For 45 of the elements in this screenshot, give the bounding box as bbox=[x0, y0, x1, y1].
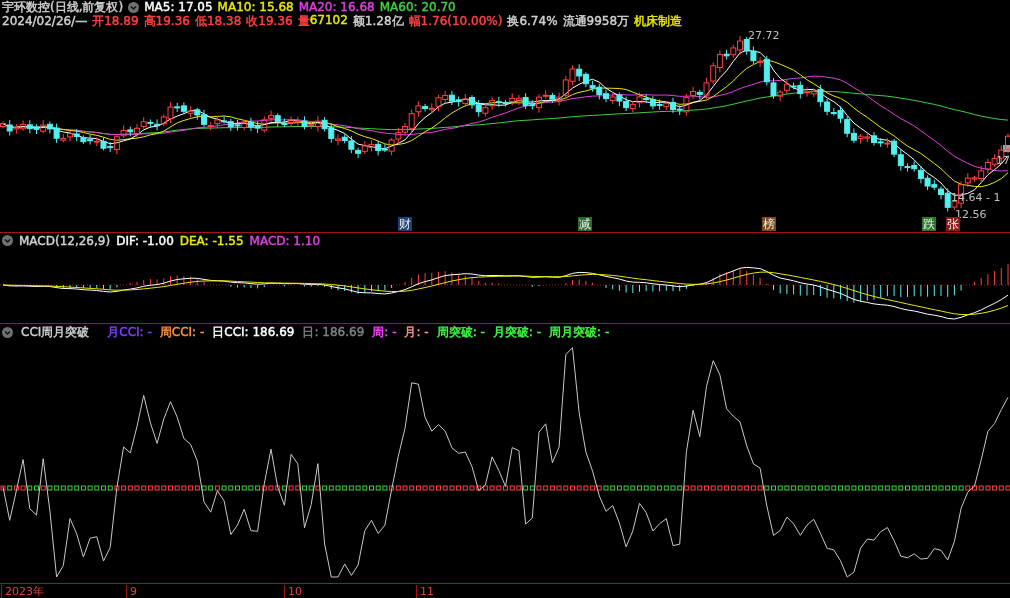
indicator-title: MACD(12,26,9) bbox=[19, 233, 111, 248]
quote-item: 量 bbox=[297, 12, 310, 30]
price-label: 27.72 bbox=[748, 30, 780, 42]
quote-item: 流通9958万 bbox=[562, 12, 630, 30]
indicator-value: 周: - bbox=[372, 323, 397, 341]
dropdown-icon[interactable] bbox=[128, 1, 140, 13]
axis-label: 11 bbox=[416, 584, 434, 598]
quote-item: 低18.38 bbox=[194, 12, 242, 30]
dropdown-icon[interactable] bbox=[2, 326, 13, 338]
axis-label: 9 bbox=[126, 584, 137, 598]
indicator-value: DIF: -1.00 bbox=[116, 233, 174, 248]
quote-item: 额1.28亿 bbox=[352, 12, 404, 30]
event-marker[interactable]: 榜 bbox=[762, 217, 776, 231]
quote-date: 2024/02/26/— bbox=[2, 14, 88, 28]
quote-item: 开18.89 bbox=[92, 13, 139, 30]
indicator-value: 周突破: - bbox=[436, 323, 485, 341]
quote-item: 高19.36 bbox=[143, 12, 190, 30]
event-marker[interactable]: 跌 bbox=[922, 217, 936, 231]
stock-title: 宇环数控(日线,前复权) bbox=[2, 0, 124, 15]
indicator-value: 周月突破: - bbox=[549, 323, 610, 341]
moving-average-value: MA60: 20.70 bbox=[379, 0, 456, 14]
event-marker[interactable]: 减 bbox=[578, 217, 592, 231]
moving-average-value: MA20: 16.68 bbox=[298, 0, 375, 14]
event-marker[interactable]: 财 bbox=[398, 217, 412, 231]
moving-average-value: MA10: 15.68 bbox=[217, 0, 294, 14]
indicator-value: 日: 186.69 bbox=[302, 323, 365, 341]
axis-label: 2023年 bbox=[1, 584, 44, 598]
indicator-value: 月: - bbox=[404, 323, 429, 341]
moving-average-value: MA5: 17.05 bbox=[144, 0, 213, 14]
quote-item: 幅1.76(10.00%) bbox=[408, 12, 503, 30]
axis-label: 10 bbox=[284, 584, 302, 598]
indicator-value: 日CCI: 186.69 bbox=[212, 323, 295, 341]
price-tag bbox=[1003, 145, 1010, 152]
dropdown-icon[interactable] bbox=[2, 235, 13, 247]
indicator-value: 月CCI: - bbox=[107, 323, 152, 341]
indicator-value: MACD: 1.10 bbox=[249, 233, 321, 248]
quote-item: 换6.74% bbox=[507, 12, 558, 30]
quote-item: 67102 bbox=[309, 12, 348, 29]
event-marker[interactable]: 张 bbox=[946, 217, 960, 231]
indicator-value: 月突破: - bbox=[492, 323, 542, 341]
quote-item: 收19.36 bbox=[246, 12, 293, 30]
quote-item: 机床制造 bbox=[634, 12, 683, 30]
indicator-value: DEA: -1.55 bbox=[179, 233, 244, 248]
indicator-value: 周CCI: - bbox=[159, 323, 205, 341]
indicator-title: CCI周月突破 bbox=[21, 323, 90, 341]
